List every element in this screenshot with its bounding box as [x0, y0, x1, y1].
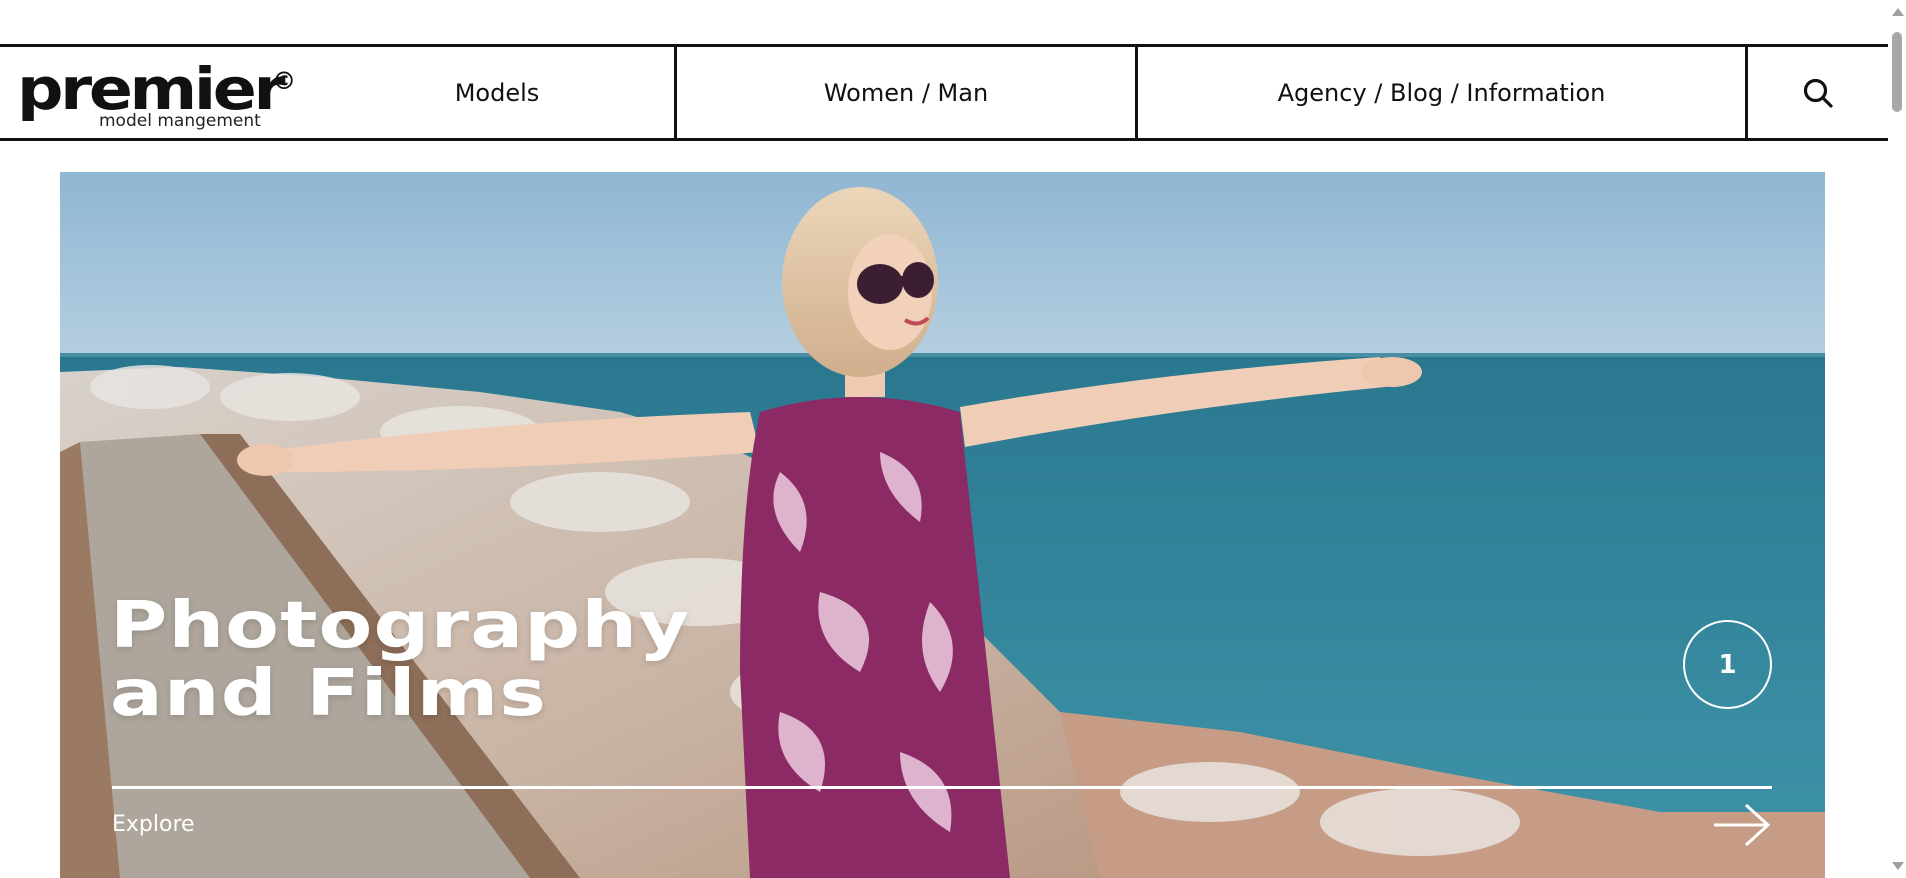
- hero-title: Photography and Films: [110, 592, 690, 728]
- copyright-mark: ©: [272, 67, 296, 95]
- scrollbar-thumb[interactable]: [1892, 32, 1902, 112]
- scroll-up-arrow-icon[interactable]: [1892, 8, 1904, 16]
- search-icon: [1803, 78, 1833, 108]
- hero-banner: Photography and Films 1 Explore: [60, 172, 1825, 878]
- page-scrollbar[interactable]: [1888, 0, 1906, 878]
- hero-divider: [112, 786, 1772, 789]
- main-navigation: premier © model mangement Models Women /…: [0, 44, 1888, 141]
- nav-item-women-man[interactable]: Women / Man: [674, 47, 1135, 138]
- logo-wordmark: premier: [17, 55, 285, 123]
- hero-title-line-2: and Films: [110, 657, 548, 731]
- nav-item-agency-blog-information[interactable]: Agency / Blog / Information: [1135, 47, 1745, 138]
- search-button[interactable]: [1745, 47, 1888, 138]
- hero-background-image: [60, 172, 1825, 878]
- logo-tagline: model mangement: [99, 111, 261, 131]
- slide-number-badge[interactable]: 1: [1683, 620, 1772, 709]
- brand-logo[interactable]: premier © model mangement: [0, 47, 320, 138]
- scroll-down-arrow-icon[interactable]: [1892, 862, 1904, 870]
- arrow-right-icon[interactable]: [1712, 802, 1772, 848]
- hero-title-line-1: Photography: [110, 589, 691, 663]
- explore-link[interactable]: Explore: [112, 812, 195, 837]
- nav-item-models[interactable]: Models: [320, 47, 674, 138]
